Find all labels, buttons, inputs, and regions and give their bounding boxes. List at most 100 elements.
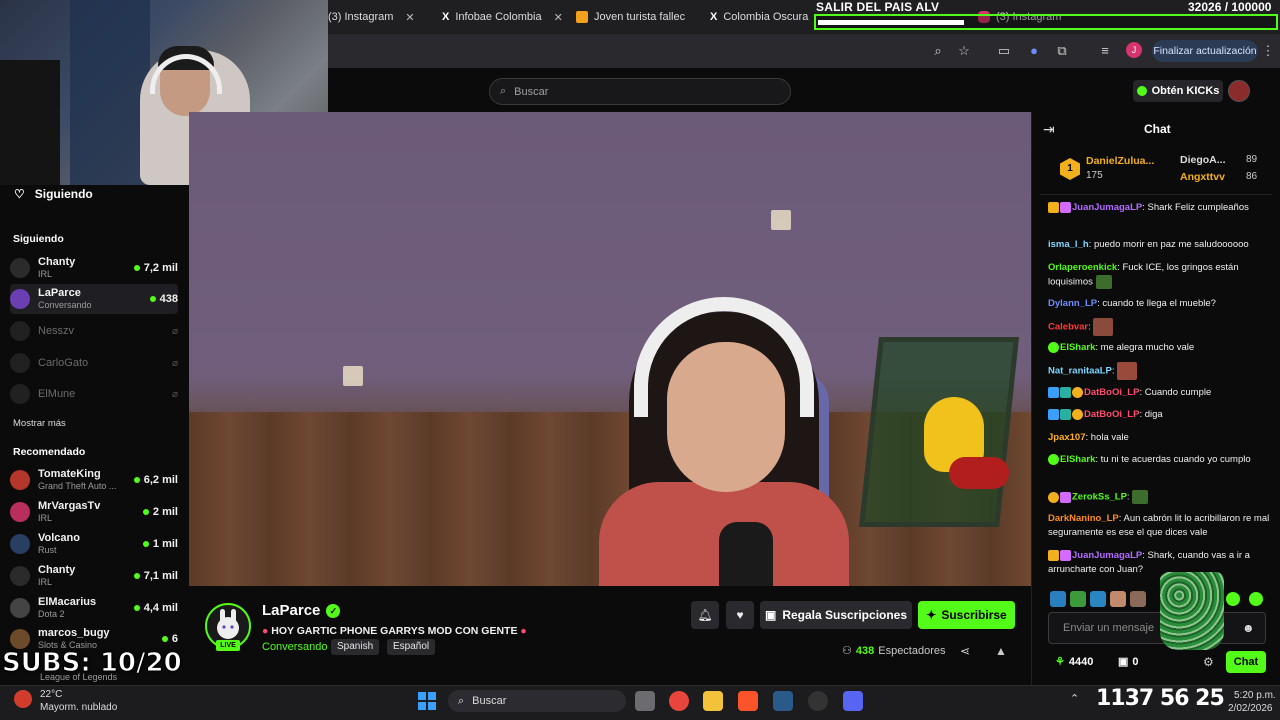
search-icon: ⌕ [500, 85, 507, 97]
sidebar-section-following: Siguiendo [13, 233, 64, 245]
brave-icon[interactable] [738, 691, 758, 711]
profile-avatar[interactable]: J [1126, 42, 1142, 58]
weather-temperature[interactable]: 22°C [40, 689, 62, 700]
show-more-link[interactable]: Mostrar más [13, 418, 66, 429]
steam-icon[interactable] [773, 691, 793, 711]
sidebar-item-volcano[interactable]: Volcano Rust 1 mil [10, 529, 178, 559]
clock-date[interactable]: 2/02/2026 [1228, 703, 1273, 714]
emote-icon[interactable] [1050, 591, 1066, 607]
follow-heart-button[interactable]: ♥ [726, 601, 754, 629]
screen-icon[interactable]: ▭ [996, 43, 1012, 59]
avatar [10, 566, 30, 586]
zoom-icon[interactable]: ⌕ [930, 43, 946, 59]
kicks-icon: ▣ [1118, 656, 1129, 668]
taskbar-search[interactable]: ⌕ Buscar [448, 690, 626, 712]
close-icon[interactable]: ✕ [405, 11, 414, 24]
chat-message-input[interactable]: Enviar un mensaje [1048, 612, 1266, 644]
channel-name: marcos_bugy [38, 627, 110, 639]
sidebar-item-carlogato[interactable]: CarloGato ⌀ [10, 348, 178, 378]
get-kicks-label: Obtén KICKs [1151, 85, 1220, 97]
rank-badge: 1 [1060, 158, 1080, 180]
sidebar-item-mrvargastv[interactable]: MrVargasTv IRL 2 mil [10, 497, 178, 527]
kicks-balance[interactable]: ▣ 0 [1118, 655, 1139, 669]
tab-colombia-oscura[interactable]: X Colombia Oscura [710, 6, 814, 28]
finish-update-button[interactable]: Finalizar actualización [1152, 40, 1258, 62]
report-warning-icon[interactable]: ▲ [995, 644, 1007, 658]
emoji-icon: ● [262, 625, 269, 637]
sidebar-item-elmune[interactable]: ElMune ⌀ [10, 379, 178, 409]
chat-input-placeholder: Enviar un mensaje [1063, 622, 1155, 634]
emoji-picker-icon[interactable]: ☻ [1242, 621, 1255, 635]
live-badge: LIVE [216, 640, 240, 651]
extension-icon[interactable]: ● [1026, 43, 1042, 59]
start-windows-icon[interactable] [418, 692, 436, 710]
share-icon[interactable]: ⋖ [960, 644, 970, 658]
sidebar-item-elmacarius[interactable]: ElMacarius Dota 2 4,4 mil [10, 593, 178, 623]
chat-settings-gear-icon[interactable]: ⚙ [1203, 655, 1214, 669]
tab-instagram[interactable]: (3) Instagram ✕ [328, 6, 430, 28]
emote-icon[interactable] [1090, 591, 1106, 607]
sidebar-item-nesszv[interactable]: Nesszv ⌀ [10, 316, 178, 346]
sidebar-item-chanty[interactable]: Chanty IRL 7,2 mil [10, 253, 178, 283]
stream-category[interactable]: Conversando [262, 641, 327, 653]
tag-espanol[interactable]: Español [387, 639, 436, 655]
bookmark-star-icon[interactable]: ☆ [956, 43, 972, 59]
file-explorer-icon[interactable] [703, 691, 723, 711]
channel-name: ElMune [38, 387, 76, 400]
leaderboard-name: Angxttvv [1180, 171, 1225, 183]
sidebar-item-tomateking[interactable]: TomateKing Grand Theft Auto ... 6,2 mil [10, 465, 178, 495]
tab-joven-turista[interactable]: Joven turista fallec✕ [576, 6, 696, 28]
subs-overlay: SUBS: 10/20 [2, 648, 183, 679]
channel-category: IRL [38, 577, 53, 587]
get-kicks-button[interactable]: Obtén KICKs [1133, 80, 1223, 102]
gift-subs-button[interactable]: ▣ Regala Suscripciones [760, 601, 912, 629]
sidebar-item-laparce[interactable]: LaParce Conversando 438 [10, 284, 178, 314]
channel-name: Chanty [38, 256, 76, 268]
emote-icon[interactable] [1226, 592, 1240, 606]
emote-icon[interactable] [1070, 591, 1086, 607]
task-view-icon[interactable] [635, 691, 655, 711]
streamer-name[interactable]: LaParce ✓ [262, 602, 341, 619]
tray-chevron-up-icon[interactable]: ⌃ [1070, 692, 1079, 705]
wall-lamp [771, 210, 791, 230]
tab-label: (3) Instagram [328, 11, 394, 23]
avatar [10, 502, 30, 522]
avatar [10, 534, 30, 554]
x-logo-icon: X [710, 11, 718, 23]
emote-icon[interactable] [1110, 591, 1126, 607]
search-input[interactable]: ⌕ Buscar [489, 78, 791, 105]
weather-icon[interactable] [14, 690, 32, 708]
leaderboard-points: 89 [1246, 154, 1258, 165]
viewer-count: 4,4 mil [143, 602, 178, 614]
sidebar-item-chanty-2[interactable]: Chanty IRL 7,1 mil [10, 561, 178, 591]
leaderboard-name: DiegoA... [1180, 154, 1226, 166]
search-placeholder: Buscar [514, 85, 549, 98]
app-icon[interactable] [843, 691, 863, 711]
channel-category: Conversando [38, 300, 92, 310]
viewers-icon: ⚇ [842, 645, 852, 657]
collapse-chat-icon[interactable]: ⇥ [1043, 121, 1055, 138]
tag-spanish[interactable]: Spanish [331, 639, 380, 655]
clock-time[interactable]: 5:20 p.m. [1234, 690, 1276, 701]
verified-icon: ✓ [326, 603, 341, 618]
emote-icon[interactable] [1130, 591, 1146, 607]
media-control-icon[interactable]: ≡ [1097, 43, 1113, 59]
viewer-count: 7,1 mil [143, 570, 178, 582]
close-icon[interactable]: ✕ [554, 11, 563, 24]
user-avatar[interactable] [1228, 80, 1250, 102]
channel-points[interactable]: ⚘ 4440 [1055, 655, 1093, 669]
obs-icon[interactable] [808, 691, 828, 711]
chrome-icon[interactable] [669, 691, 689, 711]
weather-description[interactable]: Mayorm. nublado [40, 702, 117, 713]
sidebar-following-header[interactable]: ♡ Siguiendo [14, 187, 93, 201]
emote-icon[interactable] [1249, 592, 1263, 606]
channel-name: MrVargasTv [38, 500, 101, 512]
notification-bell-button[interactable]: 🔔︎ [691, 601, 719, 629]
tab-infobae[interactable]: X Infobae Colombia ✕ [442, 6, 566, 28]
puzzle-icon[interactable]: ⧉ [1054, 43, 1070, 59]
subscribe-button[interactable]: ✦ Suscribirse [918, 601, 1015, 629]
avatar [10, 258, 30, 278]
send-chat-button[interactable]: Chat [1226, 651, 1266, 673]
menu-kebab-icon[interactable]: ⋮ [1260, 43, 1276, 59]
video-player[interactable] [189, 112, 1031, 586]
